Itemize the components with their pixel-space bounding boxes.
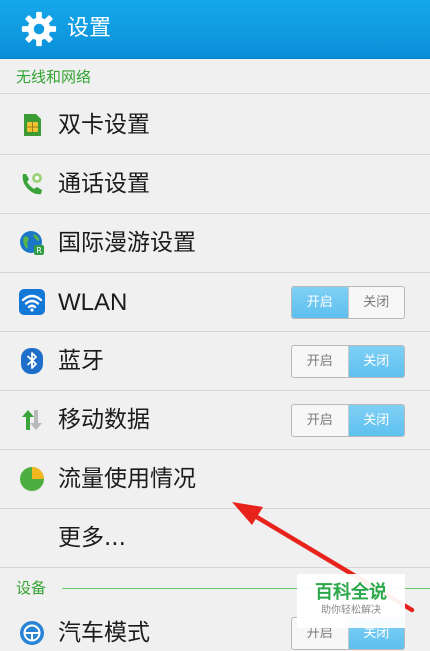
international-roaming-label: 国际漫游设置 xyxy=(58,230,196,256)
car-mode-label: 汽车模式 xyxy=(58,620,150,646)
data-usage-label: 流量使用情况 xyxy=(58,466,196,492)
svg-text:R: R xyxy=(36,246,42,255)
bluetooth-on-option[interactable]: 开启 xyxy=(292,346,348,377)
watermark-subtitle: 助你轻松解决 xyxy=(321,605,381,616)
mobile-data-label: 移动数据 xyxy=(58,407,150,433)
mobile-data-item[interactable]: 移动数据 开启 关闭 xyxy=(0,391,430,450)
more-label: 更多... xyxy=(58,525,126,551)
wlan-label: WLAN xyxy=(58,289,128,316)
call-settings-label: 通话设置 xyxy=(58,171,150,197)
gear-icon[interactable] xyxy=(20,10,58,48)
section-header-network: 无线和网络 xyxy=(0,60,430,94)
sim-card-icon xyxy=(24,114,41,136)
wlan-item[interactable]: WLAN 开启 关闭 xyxy=(0,273,430,332)
page-title: 设置 xyxy=(67,16,112,41)
wlan-off-option[interactable]: 关闭 xyxy=(347,287,405,318)
dual-sim-label: 双卡设置 xyxy=(58,112,150,138)
dual-sim-settings-item[interactable]: 双卡设置 xyxy=(0,96,430,155)
steering-wheel-icon xyxy=(20,621,44,645)
globe-icon: R xyxy=(20,231,44,255)
wlan-on-option[interactable]: 开启 xyxy=(292,287,348,318)
bluetooth-label: 蓝牙 xyxy=(58,348,104,374)
wlan-toggle[interactable]: 开启 关闭 xyxy=(291,286,405,319)
international-roaming-item[interactable]: R 国际漫游设置 xyxy=(0,214,430,273)
mobile-data-icon xyxy=(22,410,42,430)
pie-chart-icon xyxy=(20,467,44,491)
bluetooth-toggle[interactable]: 开启 关闭 xyxy=(291,345,405,378)
watermark-title: 百科全说 xyxy=(315,582,387,603)
more-item[interactable]: 更多... xyxy=(0,509,430,568)
watermark-logo: 百科全说 助你轻松解决 xyxy=(297,574,405,628)
section-header-device-label: 设备 xyxy=(16,579,47,597)
title-bar: 设置 xyxy=(0,0,430,59)
phone-icon xyxy=(22,173,42,195)
bluetooth-icon xyxy=(21,348,43,374)
call-settings-item[interactable]: 通话设置 xyxy=(0,155,430,214)
wifi-icon xyxy=(19,289,45,315)
data-usage-item[interactable]: 流量使用情况 xyxy=(0,450,430,509)
mobile-data-on-option[interactable]: 开启 xyxy=(292,405,348,436)
mobile-data-off-option[interactable]: 关闭 xyxy=(347,405,404,436)
bluetooth-off-option[interactable]: 关闭 xyxy=(347,346,404,377)
bluetooth-item[interactable]: 蓝牙 开启 关闭 xyxy=(0,332,430,391)
mobile-data-toggle[interactable]: 开启 关闭 xyxy=(291,404,405,437)
